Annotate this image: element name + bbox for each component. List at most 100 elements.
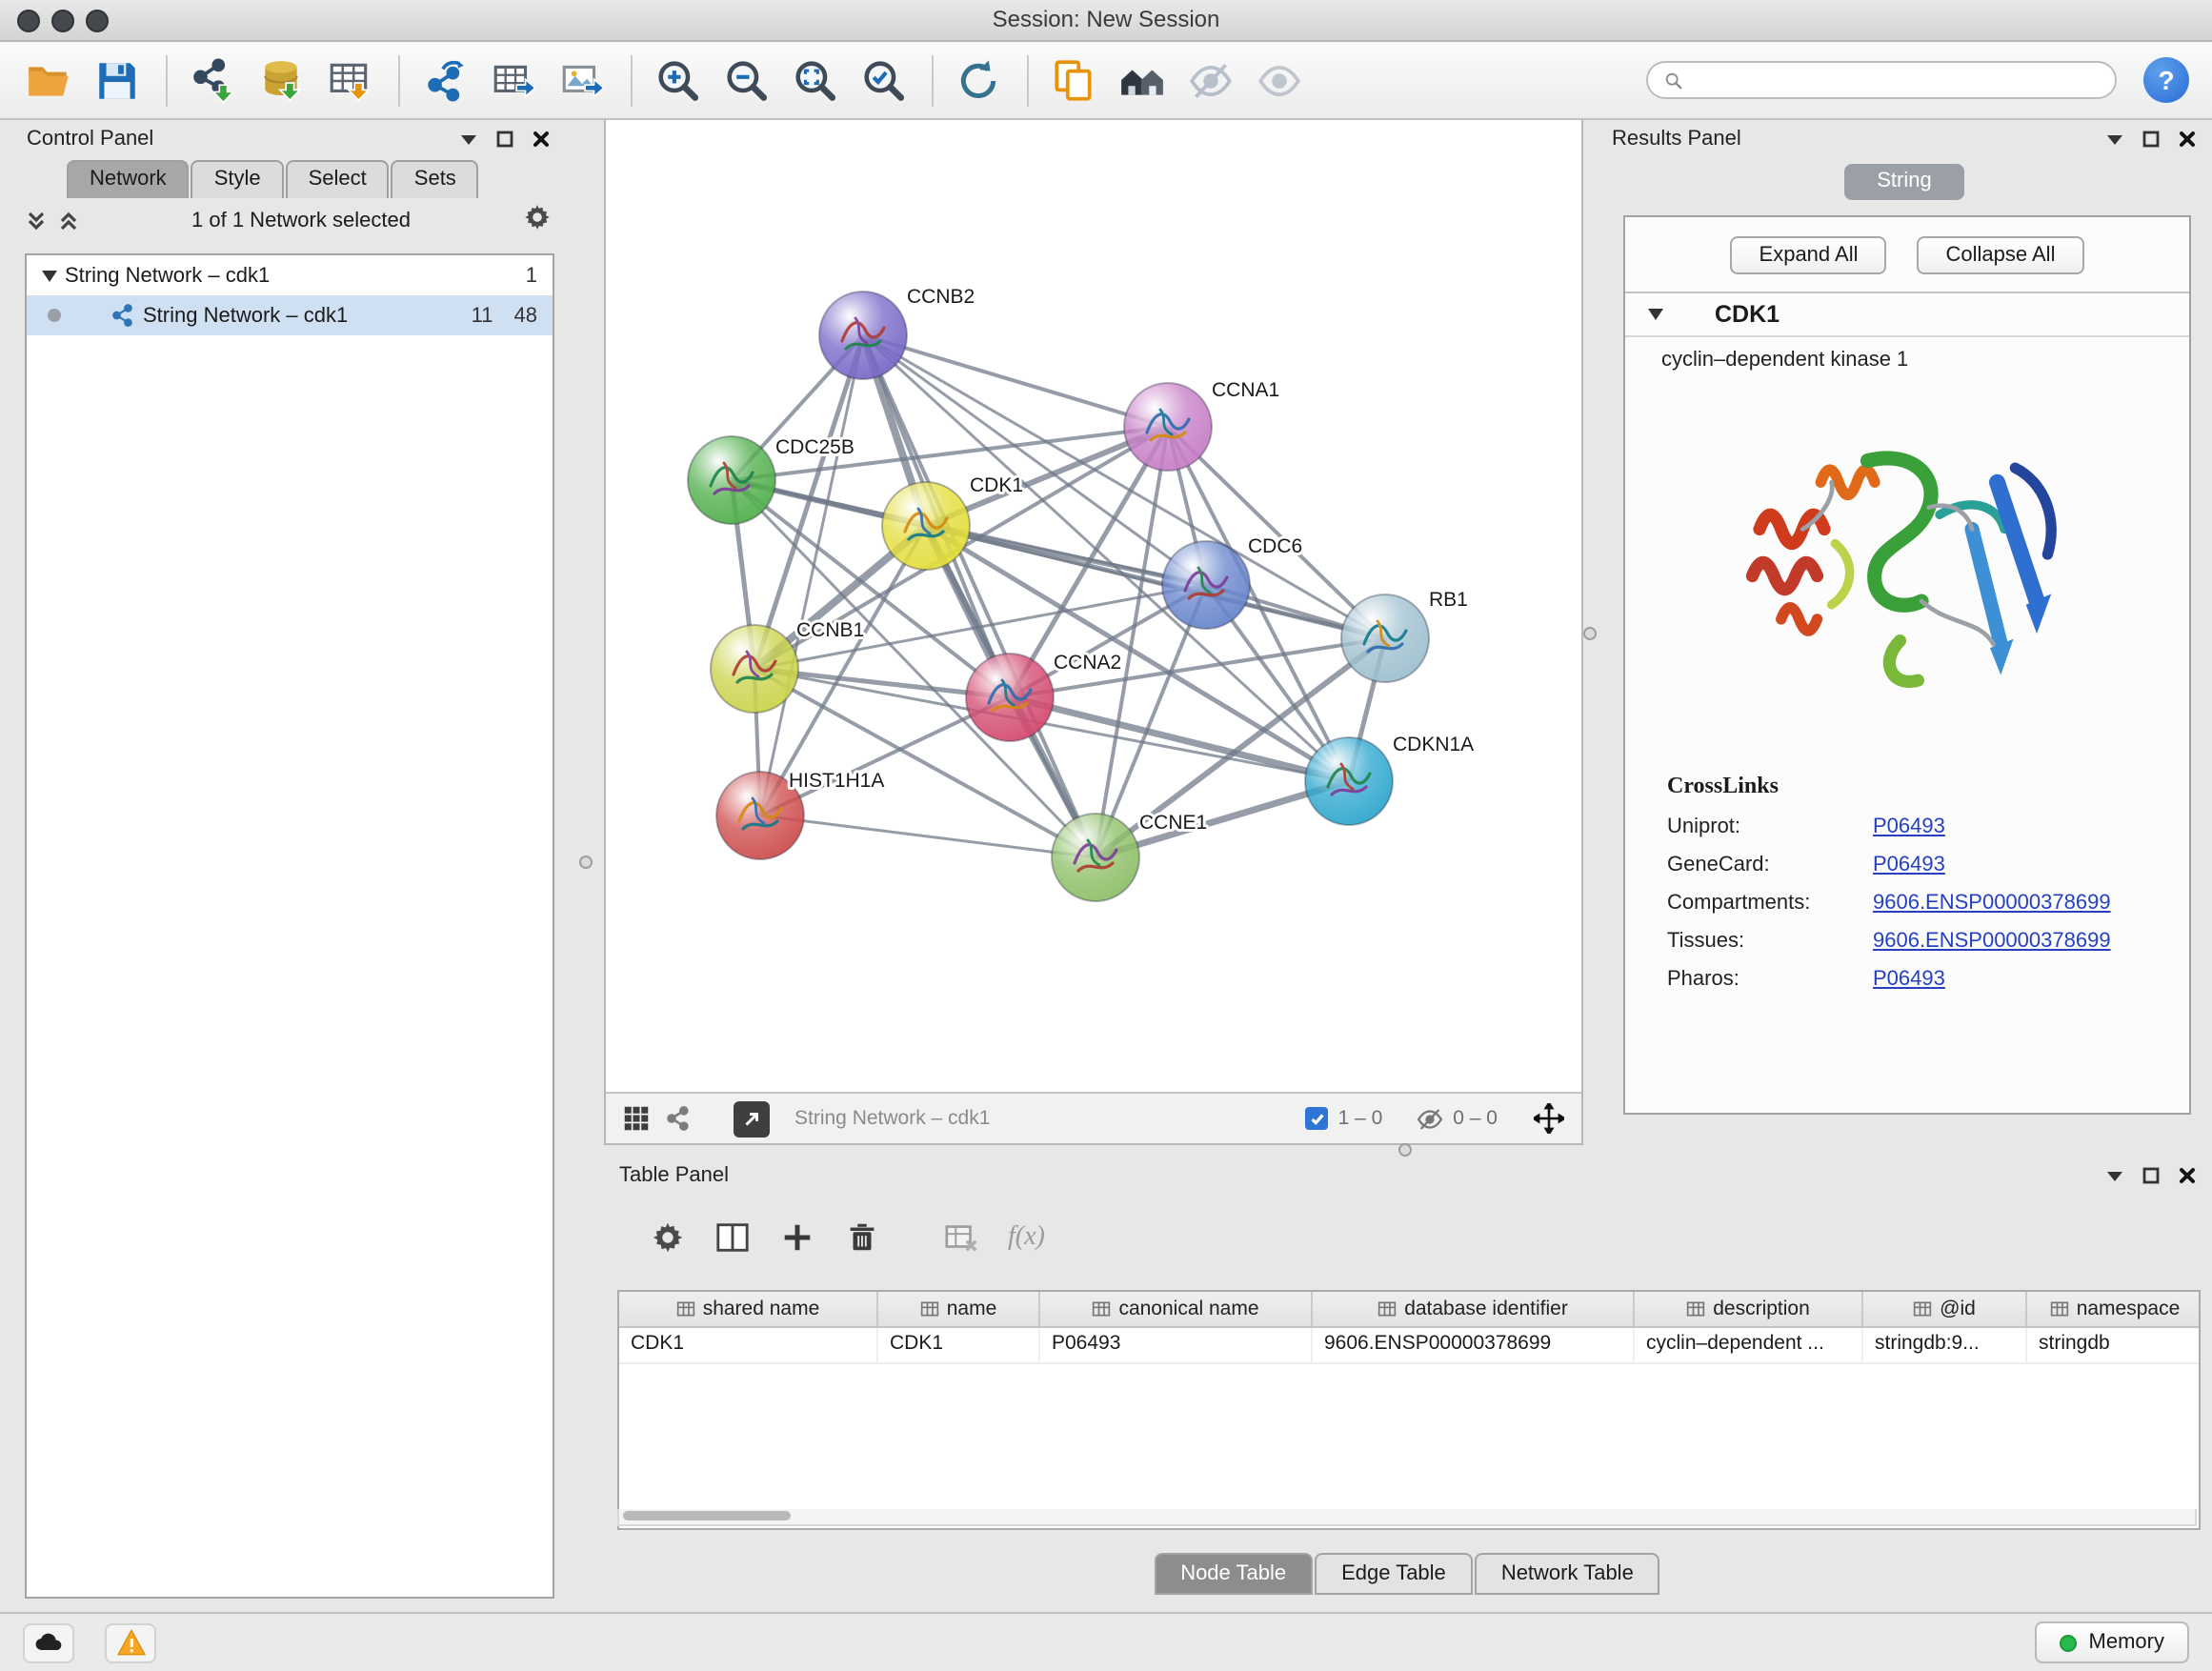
network-node-CDC25B[interactable] — [688, 436, 775, 524]
network-node-RB1[interactable] — [1341, 594, 1429, 682]
float-panel-icon[interactable] — [2142, 1165, 2161, 1184]
left-splitter-handle[interactable] — [579, 856, 593, 869]
function-builder-fx-button[interactable]: f(x) — [1008, 1222, 1045, 1253]
expand-all-button[interactable]: Expand All — [1731, 236, 1887, 274]
tab-string[interactable]: String — [1844, 164, 1964, 200]
scrollbar-thumb[interactable] — [623, 1511, 791, 1520]
detach-view-button[interactable] — [734, 1100, 770, 1137]
network-row[interactable]: String Network – cdk1 11 48 — [27, 295, 553, 335]
column-header-id[interactable]: @id — [1863, 1292, 2027, 1326]
network-edge[interactable] — [760, 815, 1096, 857]
import-table-file-icon[interactable] — [324, 54, 375, 106]
network-edge[interactable] — [863, 335, 1096, 857]
delete-table-icon[interactable] — [943, 1219, 979, 1256]
close-panel-icon[interactable] — [2178, 129, 2197, 148]
tab-edge-table[interactable]: Edge Table — [1315, 1553, 1473, 1595]
crosslink-tissues-link[interactable]: 9606.ENSP00000378699 — [1873, 930, 2111, 953]
table-options-gear-icon[interactable] — [650, 1219, 686, 1256]
cell-namespace[interactable]: stringdb — [2027, 1328, 2201, 1362]
network-collection-row[interactable]: String Network – cdk1 1 — [27, 255, 553, 295]
column-header-description[interactable]: description — [1635, 1292, 1863, 1326]
zoom-fit-icon[interactable] — [789, 54, 840, 106]
cloud-button[interactable] — [23, 1622, 74, 1662]
birdseye-crosshair-icon[interactable] — [1534, 1103, 1564, 1134]
show-columns-icon[interactable] — [714, 1219, 751, 1256]
import-network-database-icon[interactable] — [255, 54, 307, 106]
expand-all-chevron-icon[interactable] — [57, 209, 80, 232]
crosslink-genecard-link[interactable]: P06493 — [1873, 854, 1945, 876]
network-node-CCNA1[interactable] — [1124, 383, 1212, 471]
column-header-namespace[interactable]: namespace — [2027, 1292, 2201, 1326]
create-column-plus-icon[interactable] — [779, 1219, 815, 1256]
table-row[interactable]: CDK1 CDK1 P06493 9606.ENSP00000378699 cy… — [619, 1328, 2199, 1364]
float-panel-icon[interactable] — [2142, 129, 2161, 148]
warning-button[interactable] — [105, 1622, 156, 1662]
selected-nodes-checkbox-icon[interactable] — [1306, 1107, 1329, 1130]
help-button[interactable]: ? — [2143, 57, 2189, 103]
search-field[interactable] — [1646, 61, 2117, 99]
panel-menu-icon[interactable] — [2105, 129, 2124, 148]
network-node-CDC6[interactable] — [1162, 541, 1250, 629]
collapse-all-button[interactable]: Collapse All — [1918, 236, 2084, 274]
protein-section-header[interactable]: CDK1 — [1625, 292, 2189, 337]
network-node-CDK1[interactable] — [882, 482, 970, 570]
hidden-eye-slash-icon[interactable] — [1415, 1104, 1443, 1133]
tab-select[interactable]: Select — [286, 160, 390, 198]
search-input[interactable] — [1694, 69, 2100, 91]
cell-description[interactable]: cyclin–dependent ... — [1635, 1328, 1863, 1362]
network-edge[interactable] — [760, 335, 863, 815]
open-session-icon[interactable] — [23, 54, 74, 106]
import-network-file-icon[interactable] — [187, 54, 238, 106]
column-header-canonical-name[interactable]: canonical name — [1040, 1292, 1313, 1326]
export-image-icon[interactable] — [556, 54, 608, 106]
column-header-database-identifier[interactable]: database identifier — [1313, 1292, 1635, 1326]
crosslink-pharos-link[interactable]: P06493 — [1873, 968, 1945, 991]
network-options-gear-icon[interactable] — [522, 202, 553, 238]
export-network-icon[interactable] — [419, 54, 471, 106]
network-edge[interactable] — [863, 335, 1168, 427]
duplicate-document-icon[interactable] — [1048, 54, 1099, 106]
panel-menu-icon[interactable] — [459, 129, 478, 148]
refresh-icon[interactable] — [953, 54, 1004, 106]
column-header-shared-name[interactable]: shared name — [619, 1292, 878, 1326]
cell-database-identifier[interactable]: 9606.ENSP00000378699 — [1313, 1328, 1635, 1362]
tab-network-table[interactable]: Network Table — [1475, 1553, 1660, 1595]
bottom-splitter-handle[interactable] — [1398, 1143, 1412, 1157]
show-selection-eye-icon[interactable] — [1254, 54, 1305, 106]
network-node-CCNE1[interactable] — [1052, 814, 1139, 901]
collapse-all-chevron-icon[interactable] — [25, 209, 48, 232]
tab-network[interactable]: Network — [67, 160, 190, 198]
network-node-CCNB1[interactable] — [711, 625, 798, 713]
tab-node-table[interactable]: Node Table — [1154, 1553, 1313, 1595]
zoom-selected-icon[interactable] — [857, 54, 909, 106]
zoom-in-icon[interactable] — [652, 54, 703, 106]
right-splitter-handle[interactable] — [1583, 627, 1597, 640]
tab-sets[interactable]: Sets — [392, 160, 479, 198]
collection-expand-triangle-icon[interactable] — [42, 270, 57, 281]
crosslink-uniprot-link[interactable]: P06493 — [1873, 815, 1945, 838]
close-panel-icon[interactable] — [532, 129, 551, 148]
memory-button[interactable]: Memory — [2036, 1621, 2189, 1663]
section-expand-triangle-icon[interactable] — [1648, 309, 1663, 320]
network-edge[interactable] — [926, 526, 1385, 638]
network-node-CDKN1A[interactable] — [1305, 737, 1393, 825]
horizontal-scrollbar[interactable] — [617, 1509, 2197, 1526]
cell-canonical-name[interactable]: P06493 — [1040, 1328, 1313, 1362]
grid-view-icon[interactable] — [623, 1105, 650, 1132]
houses-icon[interactable] — [1116, 54, 1168, 106]
network-node-CCNA2[interactable] — [966, 654, 1054, 741]
network-node-CCNB2[interactable] — [819, 292, 907, 379]
cell-name[interactable]: CDK1 — [878, 1328, 1040, 1362]
delete-column-trash-icon[interactable] — [844, 1219, 880, 1256]
tab-style[interactable]: Style — [191, 160, 284, 198]
crosslink-compartments-link[interactable]: 9606.ENSP00000378699 — [1873, 892, 2111, 915]
panel-menu-icon[interactable] — [2105, 1165, 2124, 1184]
column-header-name[interactable]: name — [878, 1292, 1040, 1326]
cell-id[interactable]: stringdb:9... — [1863, 1328, 2027, 1362]
cell-shared-name[interactable]: CDK1 — [619, 1328, 878, 1362]
save-session-icon[interactable] — [91, 54, 143, 106]
hide-selection-eye-slash-icon[interactable] — [1185, 54, 1237, 106]
close-panel-icon[interactable] — [2178, 1165, 2197, 1184]
zoom-out-icon[interactable] — [720, 54, 772, 106]
export-table-icon[interactable] — [488, 54, 539, 106]
